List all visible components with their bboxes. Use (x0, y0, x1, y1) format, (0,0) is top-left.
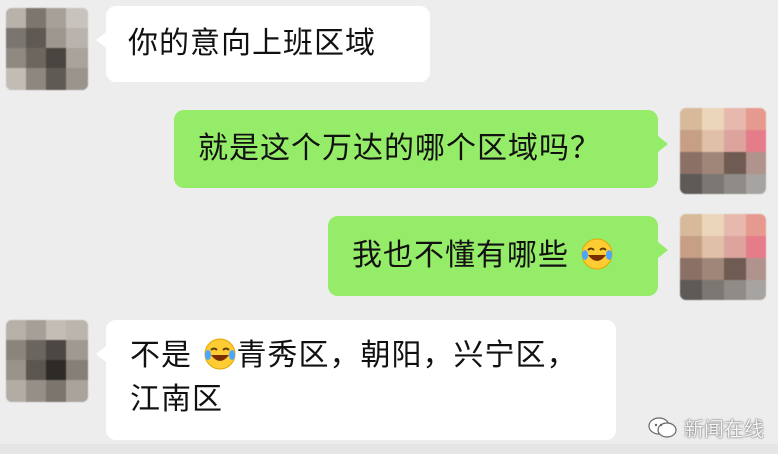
avatar-pixelated-icon (6, 8, 88, 90)
message-text: 就是这个万达的哪个区域吗？ (198, 131, 601, 166)
avatar-pixelated-icon (680, 108, 766, 194)
message-text: 你的意向上班区域 (128, 26, 376, 61)
own-avatar[interactable] (680, 108, 766, 194)
laughing-crying-emoji-icon (204, 338, 236, 370)
message-line-2: 江南区 (130, 382, 223, 417)
sender-avatar[interactable] (6, 320, 88, 402)
message-text: 我也不懂有哪些 (352, 238, 569, 273)
avatar-pixelated-icon (680, 214, 766, 300)
own-avatar[interactable] (680, 214, 766, 300)
wechat-logo-icon (648, 416, 677, 438)
message-text: 不是 (130, 338, 192, 373)
avatar-pixelated-icon (6, 320, 88, 402)
message-bubble-incoming[interactable]: 不是 青秀区，朝阳，兴宁区， 江南区 (96, 320, 616, 440)
message-bubble-outgoing[interactable]: 就是这个万达的哪个区域吗？ (174, 110, 668, 188)
sender-avatar[interactable] (6, 8, 88, 90)
message-bubble-outgoing[interactable]: 我也不懂有哪些 (328, 216, 668, 296)
watermark-text: 新闻在线 (684, 417, 764, 441)
message-line-1: 不是 青秀区，朝阳，兴宁区， (130, 334, 592, 378)
laughing-crying-emoji-icon (581, 238, 613, 270)
message-bubble-incoming[interactable]: 你的意向上班区域 (96, 6, 430, 82)
message-text: 青秀区，朝阳，兴宁区， (236, 338, 578, 373)
watermark: 新闻在线 (648, 413, 764, 442)
bottom-divider (0, 444, 778, 454)
